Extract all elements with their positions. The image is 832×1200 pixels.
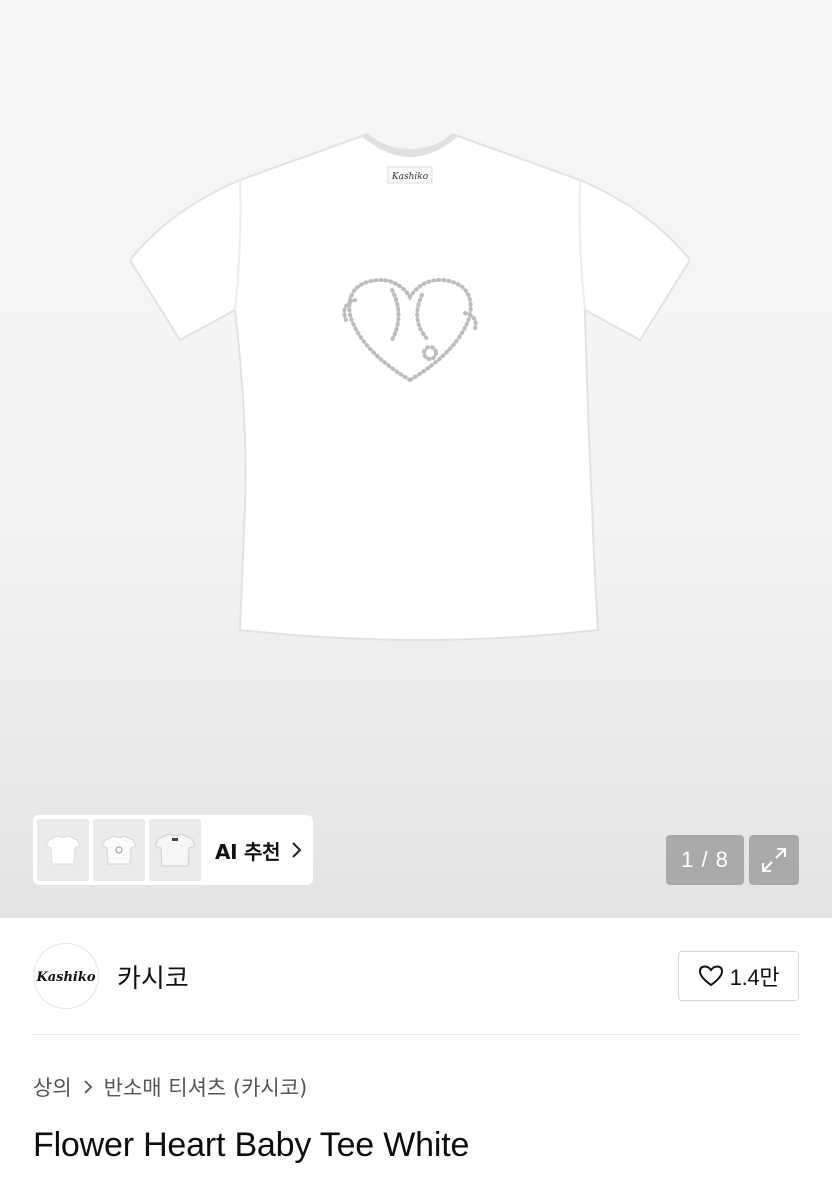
expand-button[interactable]	[749, 835, 799, 885]
like-button[interactable]: 1.4만	[678, 951, 799, 1001]
breadcrumb-item-category[interactable]: 상의	[33, 1072, 72, 1102]
like-count: 1.4만	[729, 965, 780, 990]
breadcrumb-item-subcategory[interactable]: 반소매 티셔츠 (카시코)	[104, 1072, 308, 1102]
image-counter: 1 / 8	[666, 835, 744, 885]
thumbnail-3[interactable]	[149, 819, 201, 881]
breadcrumb: 상의 반소매 티셔츠 (카시코)	[33, 1072, 307, 1102]
ai-recommend-button[interactable]: AI 추천	[215, 836, 304, 865]
thumbnail-strip: AI 추천	[33, 815, 313, 885]
product-image: Kashiko	[130, 132, 690, 641]
heart-icon	[698, 965, 723, 987]
brand-logo-text: Kashiko	[36, 970, 96, 985]
ai-recommend-label: AI 추천	[215, 839, 281, 864]
thumbnail-2[interactable]	[93, 819, 145, 881]
tshirt-detail-thumbnail-icon	[155, 833, 195, 867]
product-title: Flower Heart Baby Tee White	[33, 1126, 470, 1164]
brand-name[interactable]: 카시코	[117, 958, 189, 995]
divider	[33, 1034, 799, 1035]
tshirt-model-thumbnail-icon	[102, 835, 136, 865]
thumbnail-1[interactable]	[37, 819, 89, 881]
chevron-right-icon	[84, 1080, 92, 1094]
chevron-right-icon	[292, 842, 302, 858]
brand-row: Kashiko 카시코 1.4만	[33, 943, 799, 1009]
product-gallery[interactable]: Kashiko AI 추천 1 / 8	[0, 0, 832, 918]
brand-logo[interactable]: Kashiko	[33, 943, 99, 1009]
tshirt-front-thumbnail-icon	[46, 835, 80, 865]
neck-tag-text: Kashiko	[391, 172, 429, 182]
expand-icon	[762, 848, 786, 872]
kashiko-logo-icon: Kashiko	[36, 970, 96, 985]
